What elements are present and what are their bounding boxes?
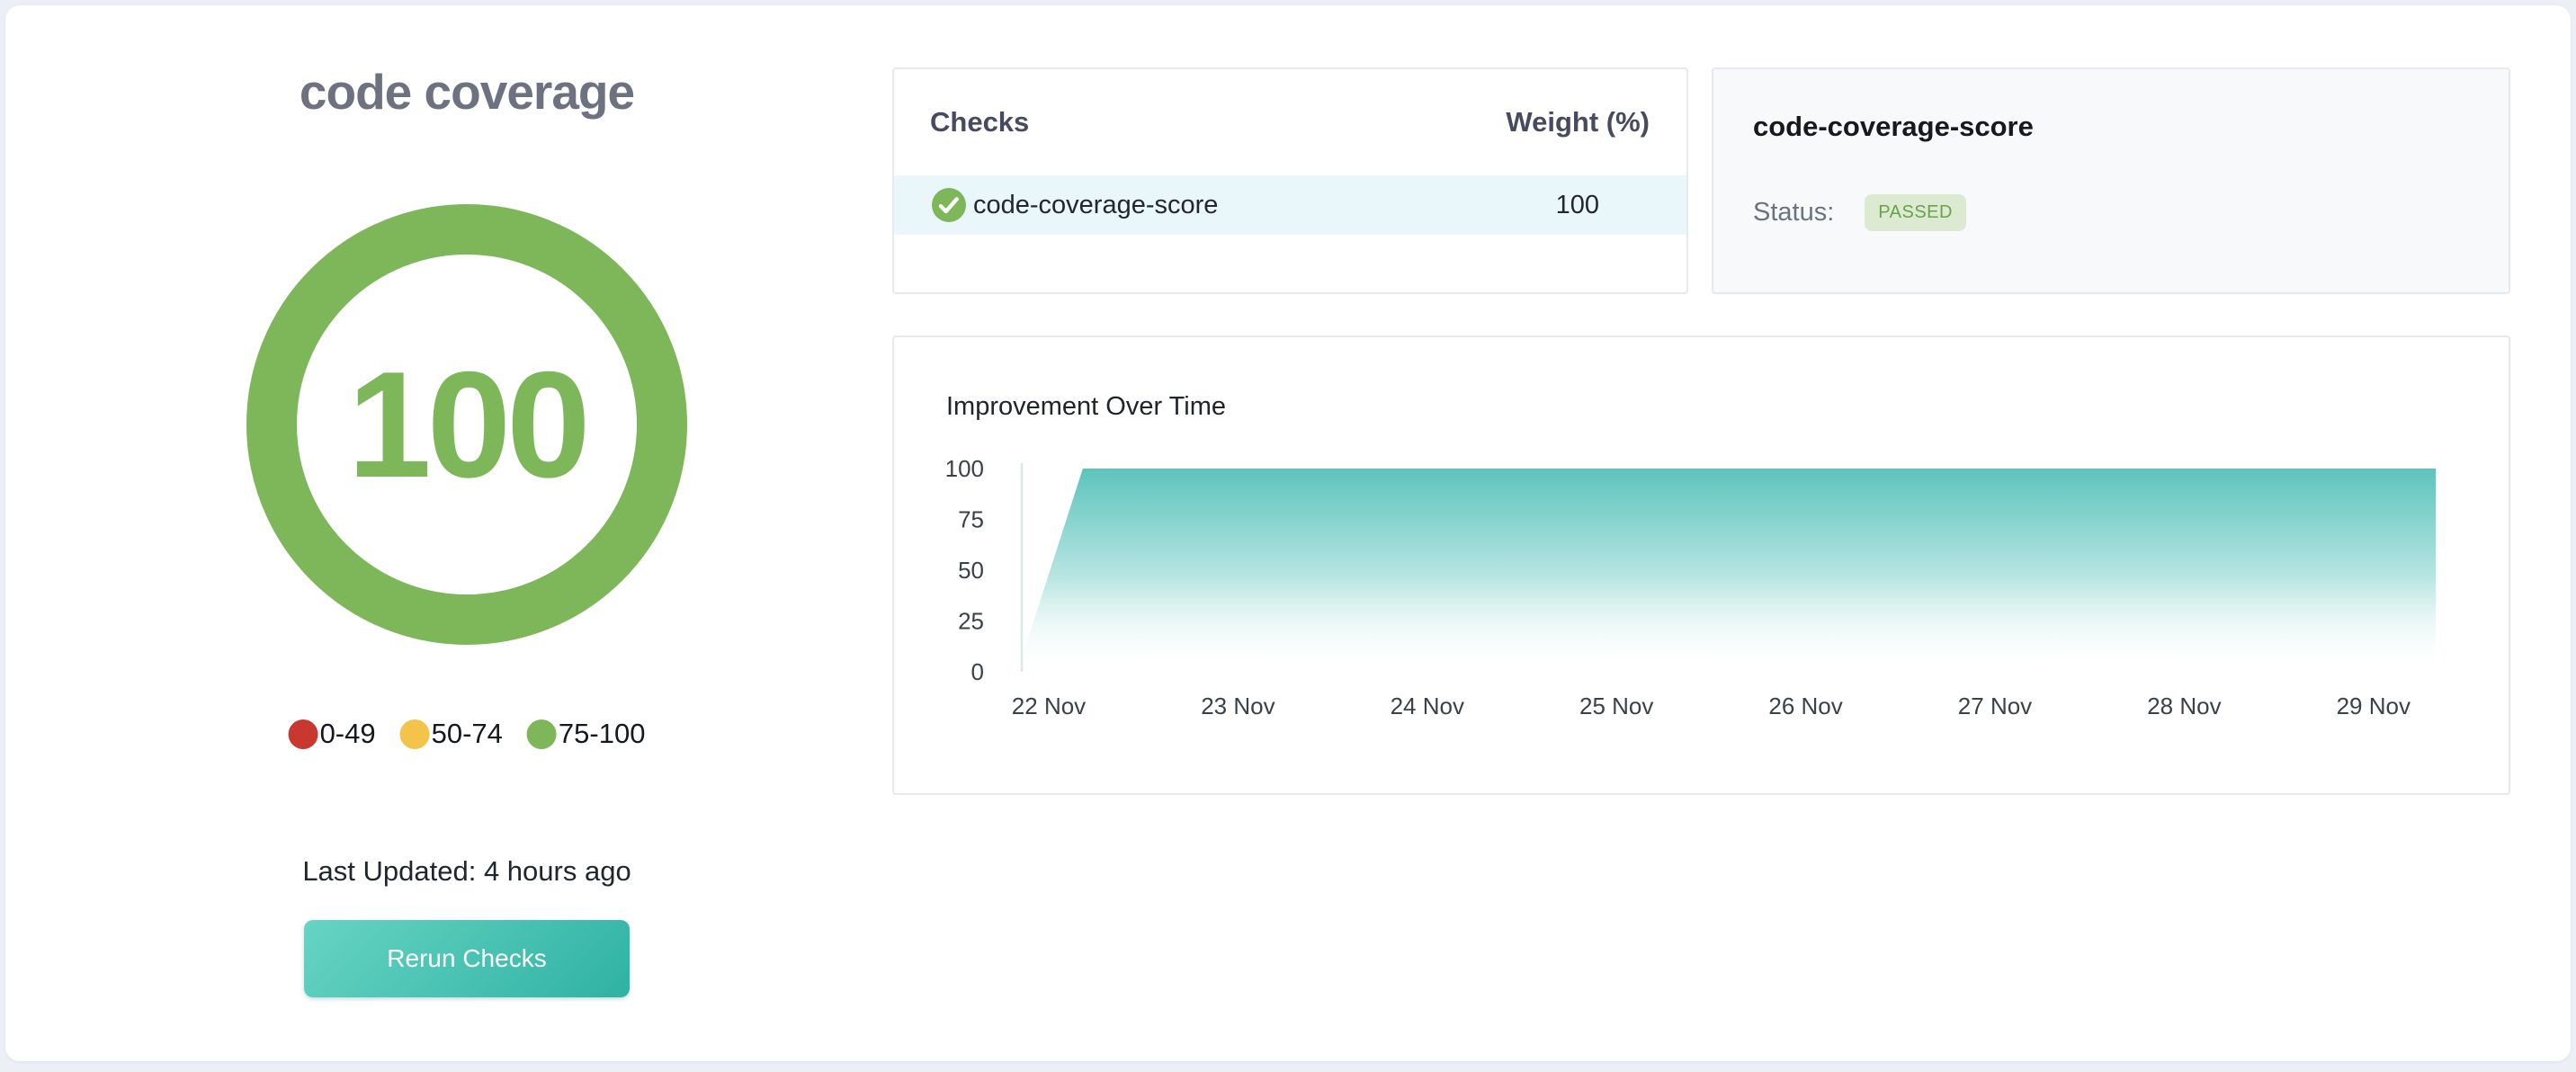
svg-text:27 Nov: 27 Nov: [1958, 692, 2032, 719]
legend-label: 0-49: [320, 718, 376, 750]
last-updated-text: Last Updated: 4 hours ago: [302, 855, 631, 888]
svg-text:100: 100: [945, 455, 984, 482]
amber-dot-icon: [400, 719, 430, 749]
status-panel-title: code-coverage-score: [1753, 111, 2034, 143]
legend-item-high: 75-100: [527, 718, 646, 750]
score-legend: 0-49 50-74 75-100: [289, 718, 646, 750]
score-summary-panel: code coverage 100 0-49 50-74 75-100 Last…: [5, 5, 928, 1061]
legend-label: 75-100: [559, 718, 646, 750]
status-label: Status:: [1753, 198, 1834, 228]
weight-column-header: Weight (%): [1506, 106, 1650, 138]
svg-text:22 Nov: 22 Nov: [1012, 692, 1086, 719]
svg-text:24 Nov: 24 Nov: [1391, 692, 1464, 719]
page-title: code coverage: [300, 63, 634, 121]
status-row: Status: PASSED: [1753, 194, 1966, 231]
svg-text:28 Nov: 28 Nov: [2147, 692, 2221, 719]
check-name: code-coverage-score: [973, 191, 1556, 220]
legend-item-low: 0-49: [289, 718, 376, 750]
check-row[interactable]: code-coverage-score 100: [894, 175, 1686, 235]
rerun-checks-button[interactable]: Rerun Checks: [304, 920, 630, 997]
svg-text:50: 50: [958, 557, 984, 584]
svg-text:25: 25: [958, 608, 984, 635]
checks-table-card: Checks Weight (%) code-coverage-score 10…: [892, 67, 1688, 294]
legend-label: 50-74: [432, 718, 503, 750]
status-panel: code-coverage-score Status: PASSED: [1712, 67, 2510, 294]
check-weight: 100: [1556, 191, 1599, 220]
check-circle-icon: [932, 188, 966, 222]
checks-column-header: Checks: [930, 106, 1029, 138]
svg-text:75: 75: [958, 506, 984, 533]
score-value: 100: [347, 349, 586, 500]
svg-text:25 Nov: 25 Nov: [1579, 692, 1653, 719]
svg-text:29 Nov: 29 Nov: [2337, 692, 2411, 719]
legend-item-mid: 50-74: [400, 718, 503, 750]
score-gauge: 100: [246, 204, 687, 645]
svg-text:0: 0: [971, 658, 984, 685]
improvement-chart: 0 25 50 75 100 22 Nov 23 Nov 24 Nov 25 Nov 26 Nov…: [894, 337, 2509, 793]
red-dot-icon: [289, 719, 318, 749]
chart-card: Improvement Over Time 025507510022 Nov23…: [892, 335, 2510, 795]
svg-text:23 Nov: 23 Nov: [1201, 692, 1275, 719]
status-badge: PASSED: [1865, 194, 1966, 231]
green-dot-icon: [527, 719, 557, 749]
checks-table-header: Checks Weight (%): [894, 69, 1686, 175]
dashboard-card: code coverage 100 0-49 50-74 75-100 Last…: [5, 5, 2571, 1061]
svg-text:26 Nov: 26 Nov: [1768, 692, 1842, 719]
